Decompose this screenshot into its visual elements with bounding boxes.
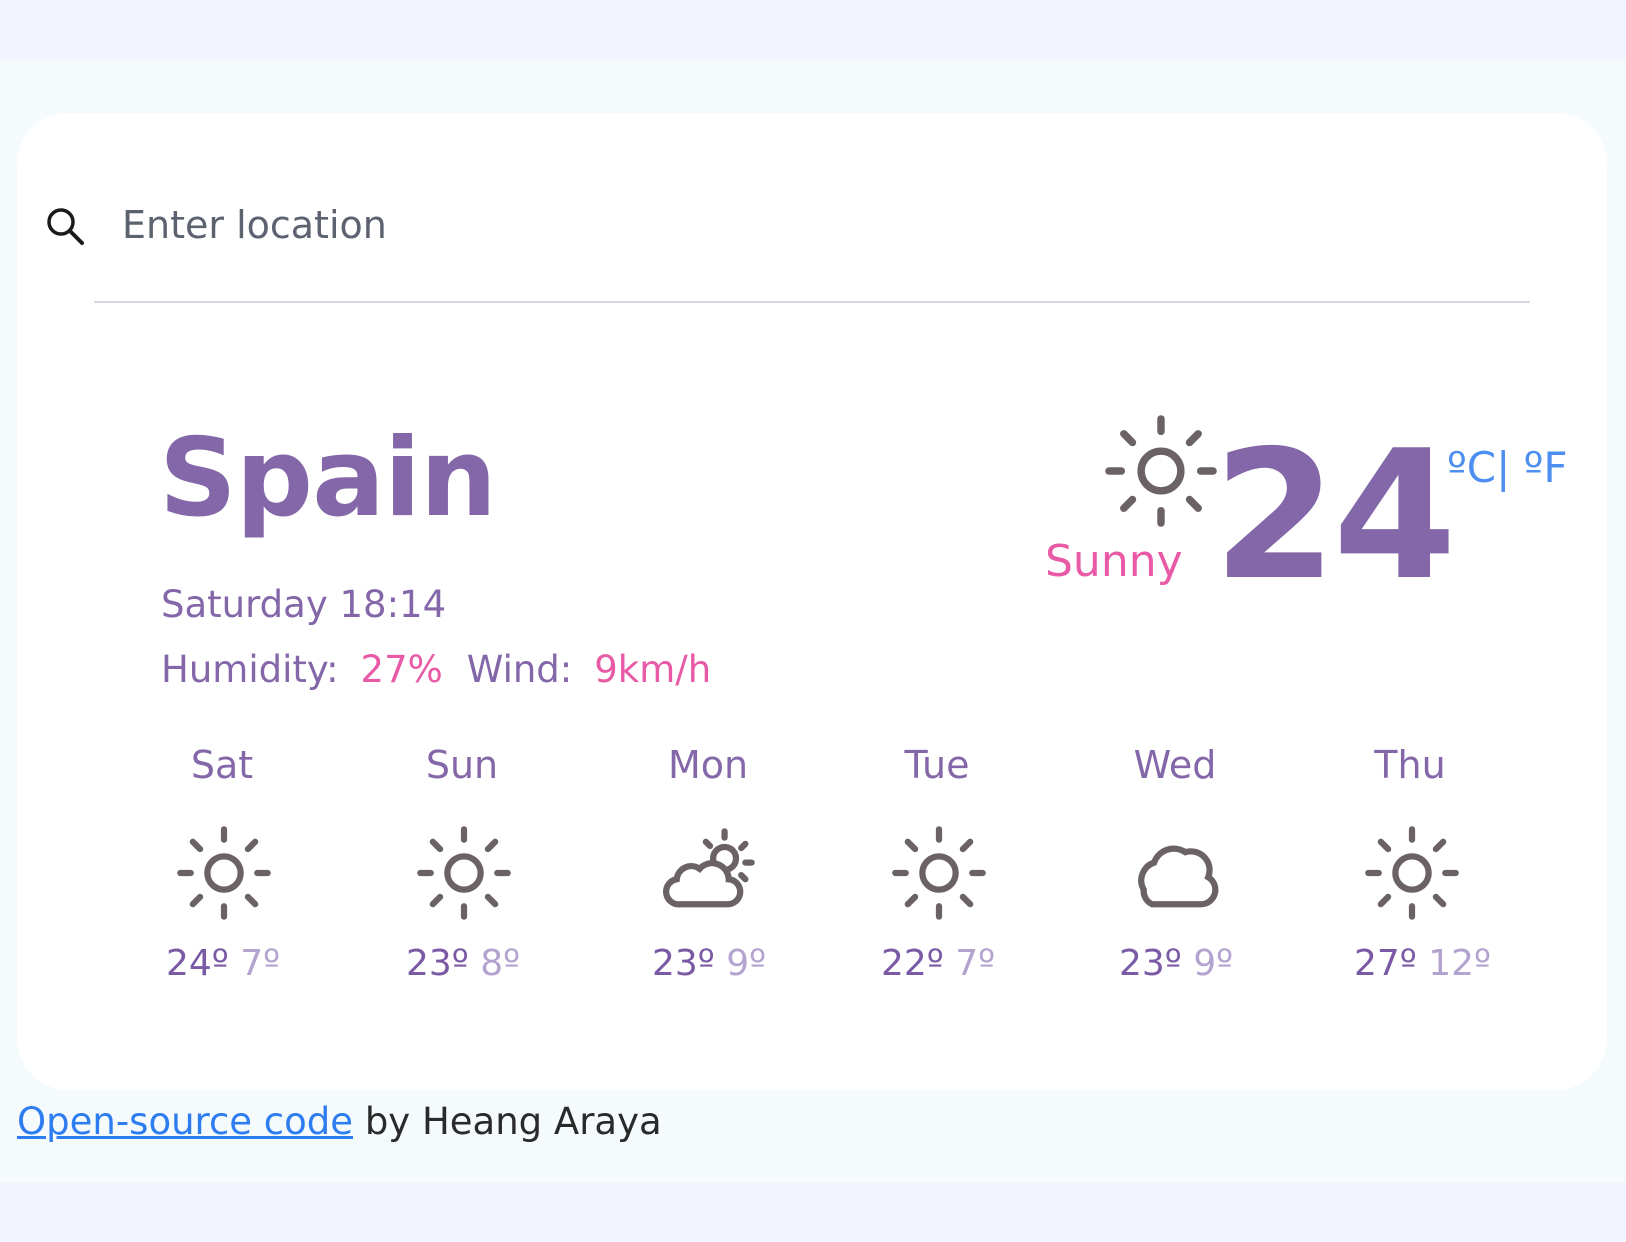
- humidity-value: 27%: [360, 648, 443, 691]
- sun-icon: [412, 821, 516, 925]
- wind-label: Wind:: [466, 648, 573, 691]
- forecast-day: Sun 23º 8º: [402, 743, 522, 1023]
- forecast-low: 7º: [240, 943, 281, 984]
- weather-stats: Humidity: 27% Wind: 9km/h: [161, 648, 711, 691]
- fahrenheit-link[interactable]: ºF: [1524, 443, 1568, 492]
- forecast-temps: 23º 9º: [1119, 943, 1269, 984]
- open-source-link[interactable]: Open-source code: [17, 1100, 353, 1143]
- forecast-temps: 22º 7º: [881, 943, 1031, 984]
- forecast-low: 8º: [480, 943, 521, 984]
- sun-icon: [172, 821, 276, 925]
- forecast-day-name: Sun: [425, 743, 499, 787]
- partly-cloudy-icon: [658, 821, 762, 925]
- forecast-day-name: Thu: [1374, 743, 1446, 787]
- forecast-low: 7º: [955, 943, 996, 984]
- forecast-row: Sat 24º 7º Sun 23º 8º Mon 23º 9º Tue 22º…: [162, 743, 1512, 1023]
- weather-condition: Sunny: [1045, 536, 1183, 587]
- forecast-high: 22º: [881, 943, 944, 984]
- sun-icon: [1360, 821, 1464, 925]
- city-name: Spain: [159, 416, 497, 541]
- sun-icon: [887, 821, 991, 925]
- forecast-high: 23º: [652, 943, 715, 984]
- forecast-low: 9º: [726, 943, 767, 984]
- forecast-day: Thu 27º 12º: [1350, 743, 1491, 1023]
- current-datetime: Saturday 18:14: [161, 583, 447, 626]
- footer-credit: by Heang Araya: [364, 1100, 662, 1143]
- forecast-day-name: Wed: [1133, 743, 1217, 787]
- forecast-high: 24º: [166, 943, 229, 984]
- forecast-day: Sat 24º 7º: [162, 743, 282, 1023]
- forecast-temps: 27º 12º: [1354, 943, 1504, 984]
- forecast-day-name: Sat: [190, 743, 254, 787]
- current-temperature: 24: [1213, 412, 1457, 619]
- forecast-low: 9º: [1193, 943, 1234, 984]
- forecast-temps: 24º 7º: [166, 943, 316, 984]
- forecast-low: 12º: [1428, 943, 1492, 984]
- search-icon[interactable]: [42, 203, 88, 249]
- forecast-high: 23º: [406, 943, 469, 984]
- weather-card: Spain Saturday 18:14 Humidity: 27% Wind: 9k…: [17, 113, 1607, 1090]
- forecast-day: Tue 22º 7º: [877, 743, 997, 1023]
- humidity-label: Humidity:: [161, 648, 339, 691]
- forecast-day: Mon 23º 9º: [648, 743, 768, 1023]
- unit-separator: |: [1496, 443, 1511, 492]
- footer: Open-source code by Heang Araya: [17, 1100, 662, 1143]
- forecast-high: 27º: [1354, 943, 1417, 984]
- sun-icon: [1099, 409, 1223, 533]
- page-background: Spain Saturday 18:14 Humidity: 27% Wind: 9k…: [0, 60, 1626, 1182]
- search-input[interactable]: [122, 195, 1022, 255]
- cloud-icon: [1125, 821, 1229, 925]
- forecast-temps: 23º 9º: [652, 943, 802, 984]
- unit-toggle: ºC| ºF: [1447, 443, 1568, 492]
- wind-value: 9km/h: [594, 648, 712, 691]
- celsius-link[interactable]: ºC: [1447, 443, 1496, 492]
- forecast-day-name: Tue: [904, 743, 970, 787]
- forecast-high: 23º: [1119, 943, 1182, 984]
- forecast-day: Wed 23º 9º: [1115, 743, 1235, 1023]
- forecast-day-name: Mon: [667, 743, 749, 787]
- forecast-temps: 23º 8º: [406, 943, 556, 984]
